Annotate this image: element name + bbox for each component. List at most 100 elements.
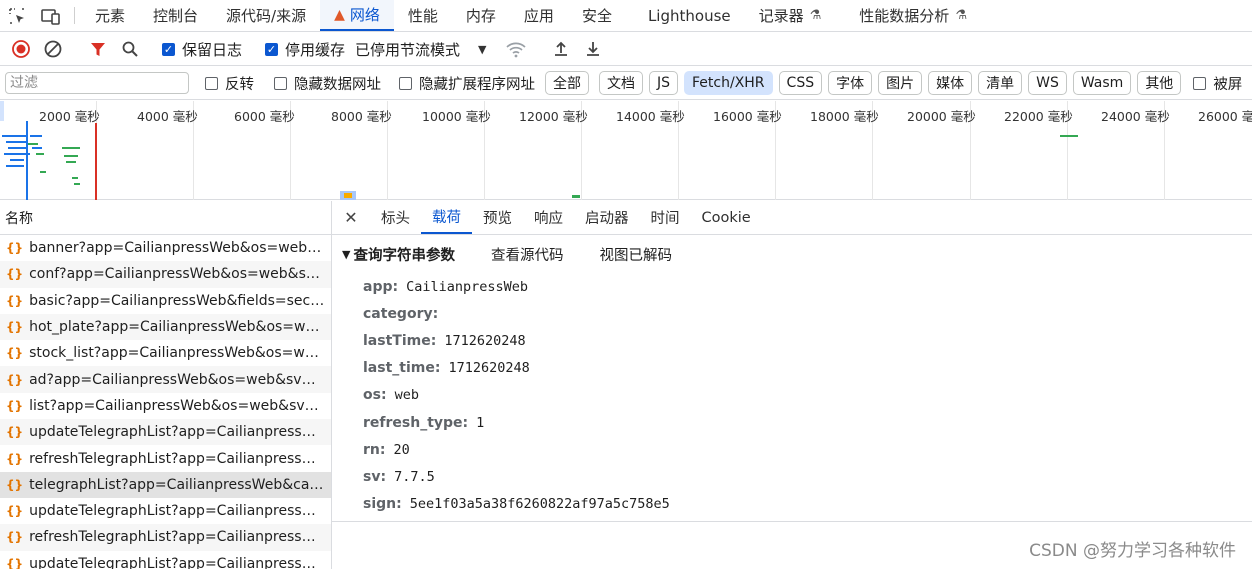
param-key: last_time: xyxy=(363,360,441,377)
request-row[interactable]: {} updateTelegraphList?app=CailianpressWe… xyxy=(0,498,331,524)
import-har-icon[interactable] xyxy=(548,36,574,62)
tab-console[interactable]: 控制台 xyxy=(139,0,212,31)
checkbox-unchecked-icon xyxy=(1193,76,1207,90)
tab-application[interactable]: 应用 xyxy=(510,0,568,31)
inspect-element-icon[interactable] xyxy=(0,0,34,31)
hide-data-urls-checkbox[interactable]: 隐藏数据网址 xyxy=(274,73,381,94)
request-row[interactable]: {} list?app=CailianpressWeb&os=web&sv=7..… xyxy=(0,393,331,419)
blocked-checkbox[interactable]: 被屏 xyxy=(1193,73,1242,94)
tab-security[interactable]: 安全 xyxy=(568,0,626,31)
tab-response[interactable]: 响应 xyxy=(523,201,574,234)
request-row[interactable]: {} banner?app=CailianpressWeb&os=web&s... xyxy=(0,235,331,261)
filter-type-fetch-xhr[interactable]: Fetch/XHR xyxy=(684,71,773,95)
filter-type-media[interactable]: 媒体 xyxy=(928,71,973,95)
filter-type-img[interactable]: 图片 xyxy=(878,71,923,95)
query-params-list: app: CailianpressWeb category: lastTime: 1… xyxy=(332,273,1252,518)
divider xyxy=(74,7,75,24)
export-har-icon[interactable] xyxy=(580,36,606,62)
filter-type-font[interactable]: 字体 xyxy=(828,71,873,95)
request-name: stock_list?app=CailianpressWeb&os=web... xyxy=(29,345,328,362)
section-title[interactable]: 查询字符串参数 xyxy=(353,244,455,265)
disable-cache-checkbox[interactable]: ✓ 停用缓存 xyxy=(265,39,345,60)
tab-performance-insights-label: 性能数据分析 xyxy=(859,7,950,25)
throttling-select[interactable]: 已停用节流模式 ▼ xyxy=(355,39,486,60)
hide-extension-urls-checkbox[interactable]: 隐藏扩展程序网址 xyxy=(399,73,535,94)
tab-cookies[interactable]: Cookie xyxy=(691,201,762,234)
request-name: refreshTelegraphList?app=CailianpressWeb… xyxy=(29,450,328,467)
request-row[interactable]: {} conf?app=CailianpressWeb&os=web&sv=... xyxy=(0,261,331,288)
param-key: app: xyxy=(363,278,399,295)
request-row-selected[interactable]: {} telegraphList?app=CailianpressWeb&cate… xyxy=(0,471,331,498)
request-name: ad?app=CailianpressWeb&os=web&sv=7.... xyxy=(29,371,328,388)
request-row[interactable]: {} refreshTelegraphList?app=CailianpressW… xyxy=(0,445,331,471)
search-icon[interactable] xyxy=(117,36,143,62)
device-toolbar-icon[interactable] xyxy=(34,0,68,31)
param-row: refresh_type: 1 xyxy=(332,409,1252,436)
tab-initiator[interactable]: 启动器 xyxy=(574,201,640,234)
tab-recorder[interactable]: 记录器 ⚗ xyxy=(745,0,836,31)
request-name: basic?app=CailianpressWeb&fields=secu_n.… xyxy=(29,292,328,309)
hide-data-urls-label: 隐藏数据网址 xyxy=(294,76,381,93)
filter-type-doc[interactable]: 文档 xyxy=(599,71,643,95)
clear-icon[interactable] xyxy=(40,36,66,62)
filter-type-ws[interactable]: WS xyxy=(1028,71,1067,95)
tab-network-label: 网络 xyxy=(349,6,380,24)
param-row: last_time: 1712620248 xyxy=(332,355,1252,382)
filter-type-wasm[interactable]: Wasm xyxy=(1072,71,1132,95)
section-divider xyxy=(332,521,1252,522)
request-row[interactable]: {} basic?app=CailianpressWeb&fields=secu_… xyxy=(0,288,331,314)
tab-lighthouse[interactable]: Lighthouse xyxy=(626,0,745,31)
stop-recording-button[interactable] xyxy=(8,36,34,62)
param-row: category: xyxy=(332,300,1252,327)
param-row: sign: 5ee1f03a5a38f6260822af97a5c758e5 xyxy=(332,491,1252,518)
view-decoded-button[interactable]: 视图已解码 xyxy=(599,244,672,265)
tab-performance-insights[interactable]: 性能数据分析 ⚗ xyxy=(835,0,981,31)
request-row[interactable]: {} ad?app=CailianpressWeb&os=web&sv=7.... xyxy=(0,366,331,393)
checkbox-unchecked-icon xyxy=(274,76,287,90)
network-toolbar: ✓ 保留日志 ✓ 停用缓存 已停用节流模式 ▼ xyxy=(0,33,1252,66)
request-row[interactable]: {} hot_plate?app=CailianpressWeb&os=web..… xyxy=(0,313,331,341)
xhr-icon: {} xyxy=(6,293,24,308)
xhr-icon: {} xyxy=(6,267,24,282)
request-rows: {} banner?app=CailianpressWeb&os=web&s...… xyxy=(0,235,331,569)
param-value: 5ee1f03a5a38f6260822af97a5c758e5 xyxy=(409,496,670,513)
filter-type-manifest[interactable]: 清单 xyxy=(978,71,1023,95)
request-row[interactable]: {} refreshTelegraphList?app=CailianpressW… xyxy=(0,524,331,551)
param-value: 1712620248 xyxy=(448,360,530,377)
filter-type-other[interactable]: 其他 xyxy=(1137,71,1182,95)
tab-headers[interactable]: 标头 xyxy=(370,201,421,234)
param-key: refresh_type: xyxy=(363,414,469,431)
request-row[interactable]: {} updateTelegraphList?app=CailianpressWe… xyxy=(0,419,331,446)
param-key: lastTime: xyxy=(363,332,437,349)
tab-timing[interactable]: 时间 xyxy=(640,201,691,234)
request-row[interactable]: {} updateTelegraphList?app=CailianpressWe… xyxy=(0,551,331,569)
filter-type-all[interactable]: 全部 xyxy=(545,71,589,95)
devtools-tab-bar: 元素 控制台 源代码/来源 ▲ 网络 性能 内存 应用 安全 Lighthouse… xyxy=(0,0,1252,32)
invert-checkbox[interactable]: 反转 xyxy=(205,73,254,94)
request-row[interactable]: {} stock_list?app=CailianpressWeb&os=web.… xyxy=(0,340,331,366)
request-name: updateTelegraphList?app=CailianpressWeb.… xyxy=(29,503,328,520)
xhr-icon: {} xyxy=(6,504,24,519)
request-list: 名称 {} banner?app=CailianpressWeb&os=web&s… xyxy=(0,201,332,569)
tab-performance[interactable]: 性能 xyxy=(394,0,452,31)
close-icon[interactable]: ✕ xyxy=(332,201,370,234)
view-source-button[interactable]: 查看源代码 xyxy=(491,244,564,265)
tab-elements[interactable]: 元素 xyxy=(81,0,139,31)
request-name: refreshTelegraphList?app=CailianpressWeb… xyxy=(29,529,328,546)
tab-preview[interactable]: 预览 xyxy=(472,201,523,234)
tab-payload[interactable]: 载荷 xyxy=(421,201,472,234)
filter-input[interactable] xyxy=(5,72,189,94)
filter-icon[interactable] xyxy=(85,36,111,62)
tab-sources[interactable]: 源代码/来源 xyxy=(212,0,320,31)
param-value: 1 xyxy=(476,414,485,431)
network-conditions-icon[interactable] xyxy=(503,36,529,62)
filter-type-css[interactable]: CSS xyxy=(778,71,823,95)
timeline-overview[interactable]: 2000 毫秒 4000 毫秒 6000 毫秒 8000 毫秒 10000 毫秒… xyxy=(0,101,1252,200)
tab-network[interactable]: ▲ 网络 xyxy=(320,0,394,31)
collapse-triangle-icon[interactable]: ▼ xyxy=(342,248,350,261)
tab-memory[interactable]: 内存 xyxy=(452,0,510,31)
request-name: conf?app=CailianpressWeb&os=web&sv=... xyxy=(29,266,328,283)
filter-type-js[interactable]: JS xyxy=(649,71,679,95)
preserve-log-checkbox[interactable]: ✓ 保留日志 xyxy=(162,39,242,60)
name-column-header[interactable]: 名称 xyxy=(0,201,331,235)
